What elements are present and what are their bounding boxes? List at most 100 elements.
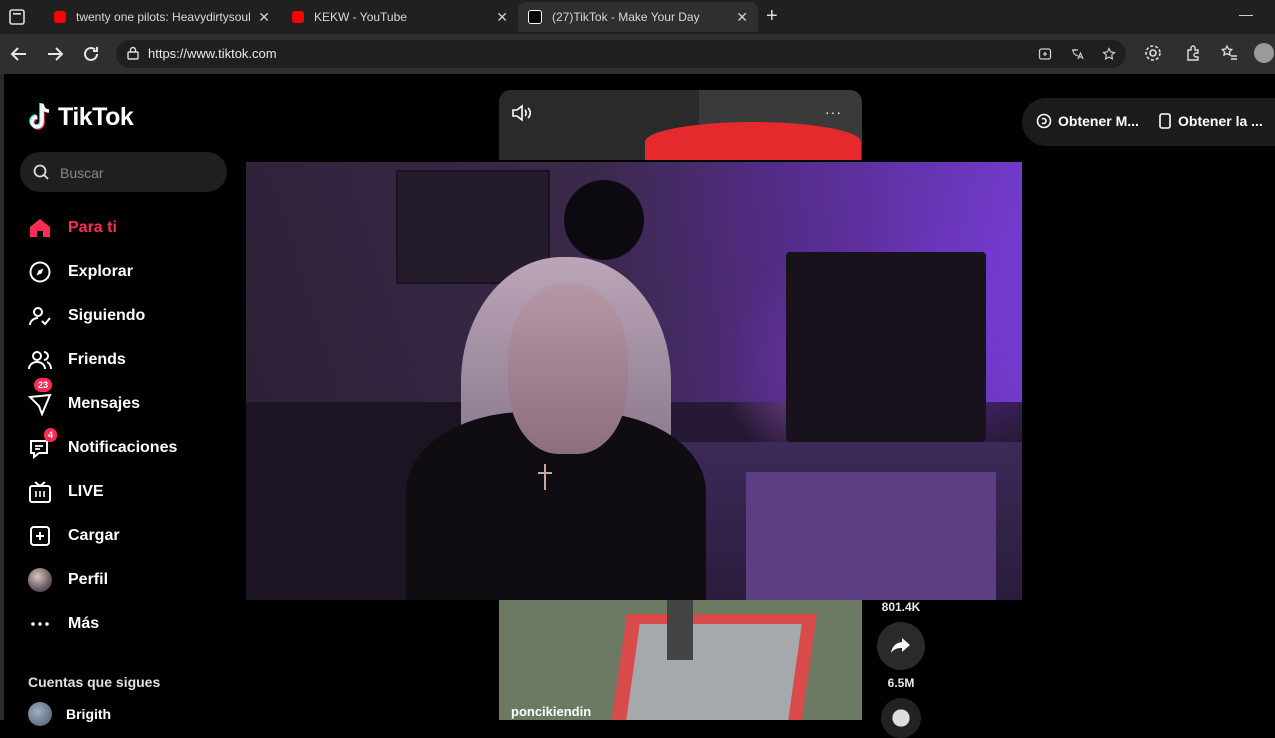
tiktok-favicon-icon	[528, 10, 542, 24]
sidebar-nav: Para ti Explorar Siguiendo Friends 23 Me…	[28, 206, 228, 646]
tiktok-note-icon	[29, 103, 50, 130]
home-icon	[30, 219, 50, 237]
puzzle-extension-icon[interactable]	[1184, 44, 1202, 62]
sidebar-item-label: Mensajes	[68, 395, 141, 412]
messages-badge: 23	[34, 378, 53, 392]
address-bar: https://www.tiktok.com	[0, 34, 1275, 74]
sidebar-item-friends[interactable]: Friends	[28, 338, 228, 382]
sidebar-item-label: Cargar	[68, 527, 120, 544]
like-count: 801.4K	[881, 600, 921, 614]
sidebar-item-notificaciones[interactable]: 4 Notificaciones	[28, 426, 228, 470]
tab-title: KEKW - YouTube	[314, 10, 407, 24]
share-arrow-icon	[891, 638, 910, 653]
extensions-gear-icon[interactable]	[1144, 44, 1162, 62]
upload-icon	[30, 526, 50, 546]
sidebar-item-live[interactable]: LIVE	[28, 470, 228, 514]
favorites-list-icon[interactable]	[1220, 44, 1238, 62]
get-app-button[interactable]: Obtener la ...	[1158, 113, 1263, 129]
more-icon	[31, 622, 49, 626]
sidebar-item-cargar[interactable]: Cargar	[28, 514, 228, 558]
tiktok-page: TikTok Para ti Explorar Siguiendo Friend…	[0, 74, 1275, 738]
browser-tab-3[interactable]: (27)TikTok - Make Your Day ✕	[518, 2, 758, 32]
video-author[interactable]: poncikiendin	[511, 704, 591, 719]
music-disc-icon[interactable]	[881, 698, 921, 738]
tiktok-wordmark: TikTok	[58, 102, 134, 131]
url-text: https://www.tiktok.com	[148, 46, 277, 61]
sidebar-item-label: Notificaciones	[68, 439, 178, 456]
refresh-icon[interactable]	[80, 43, 102, 65]
tab-close-icon[interactable]: ✕	[736, 9, 748, 26]
notifications-badge: 4	[44, 428, 58, 442]
browser-tab-bar: twenty one pilots: Heavydirtysoul ✕ KEKW…	[0, 0, 1275, 34]
sidebar-item-label: Más	[68, 615, 100, 632]
browser-tab-1[interactable]: twenty one pilots: Heavydirtysoul ✕	[44, 2, 280, 32]
forward-arrow-icon[interactable]	[44, 43, 66, 65]
friends-icon	[28, 351, 52, 370]
url-field[interactable]: https://www.tiktok.com	[116, 40, 1126, 68]
app-available-icon[interactable]	[1038, 47, 1052, 61]
tab-close-icon[interactable]: ✕	[496, 9, 508, 26]
sidebar-item-label: Perfil	[68, 571, 109, 588]
profile-avatar	[28, 568, 52, 592]
tiktok-logo[interactable]: TikTok	[28, 102, 134, 132]
get-coins-label: Obtener M...	[1058, 113, 1139, 129]
search-box[interactable]	[20, 152, 227, 192]
video-frame	[564, 180, 644, 260]
tab-close-icon[interactable]: ✕	[258, 9, 270, 26]
sidebar-item-mensajes[interactable]: 23 Mensajes	[28, 378, 228, 426]
video-actions: 801.4K 6.5M	[874, 600, 928, 738]
favorite-star-icon[interactable]	[1102, 47, 1116, 61]
sidebar-item-label: Siguiendo	[68, 307, 146, 324]
previous-video[interactable]: ···	[499, 90, 862, 160]
minimize-button[interactable]: —	[1239, 6, 1253, 22]
video-frame	[626, 624, 802, 720]
phone-icon	[1159, 113, 1171, 129]
more-options-icon[interactable]: ···	[825, 104, 842, 120]
video-frame	[786, 252, 986, 442]
video-frame	[508, 284, 628, 454]
sidebar-item-perfil[interactable]: Perfil	[28, 558, 228, 602]
followed-account[interactable]: Brigith	[28, 702, 111, 726]
compass-icon	[29, 261, 51, 283]
sidebar-item-label: LIVE	[68, 483, 104, 500]
following-icon	[29, 307, 51, 326]
volume-icon[interactable]	[511, 104, 533, 122]
sidebar-item-label: Friends	[68, 351, 126, 368]
sidebar-item-mas[interactable]: Más	[28, 602, 228, 646]
share-button[interactable]	[877, 622, 925, 670]
tab-actions-icon[interactable]	[8, 8, 26, 26]
youtube-favicon-icon	[54, 11, 66, 23]
back-arrow-icon[interactable]	[8, 43, 30, 65]
necklace-cross-icon	[538, 464, 552, 490]
sidebar-item-siguiendo[interactable]: Siguiendo	[28, 294, 228, 338]
new-tab-button[interactable]: +	[766, 5, 778, 28]
tab-title: twenty one pilots: Heavydirtysoul	[76, 10, 251, 24]
youtube-favicon-icon	[292, 11, 304, 23]
main-video-player[interactable]	[246, 162, 1022, 600]
share-count: 6.5M	[887, 676, 915, 690]
search-input[interactable]	[58, 161, 222, 185]
tab-title: (27)TikTok - Make Your Day	[552, 10, 700, 24]
video-frame	[645, 122, 861, 160]
sidebar-item-label: Explorar	[68, 263, 133, 280]
site-info-icon[interactable]	[126, 46, 140, 60]
next-video[interactable]: poncikiendin	[499, 600, 862, 720]
search-icon	[33, 164, 49, 180]
following-accounts-title: Cuentas que sigues	[28, 674, 161, 690]
video-frame	[667, 600, 693, 660]
header-actions: Obtener M... Obtener la ...	[1022, 98, 1275, 146]
translate-icon[interactable]	[1070, 47, 1084, 61]
sidebar-item-label: Para ti	[68, 219, 117, 236]
coins-icon	[1036, 113, 1052, 129]
get-app-label: Obtener la ...	[1178, 113, 1263, 129]
video-frame	[746, 472, 996, 600]
live-icon	[29, 481, 51, 503]
sidebar-item-explorar[interactable]: Explorar	[28, 250, 228, 294]
account-avatar	[28, 702, 52, 726]
get-coins-button[interactable]: Obtener M...	[1036, 113, 1139, 129]
sidebar-item-para-ti[interactable]: Para ti	[28, 206, 228, 250]
profile-avatar[interactable]	[1254, 43, 1274, 63]
page-border	[0, 74, 4, 720]
messages-icon	[28, 393, 52, 416]
browser-tab-2[interactable]: KEKW - YouTube ✕	[282, 2, 518, 32]
